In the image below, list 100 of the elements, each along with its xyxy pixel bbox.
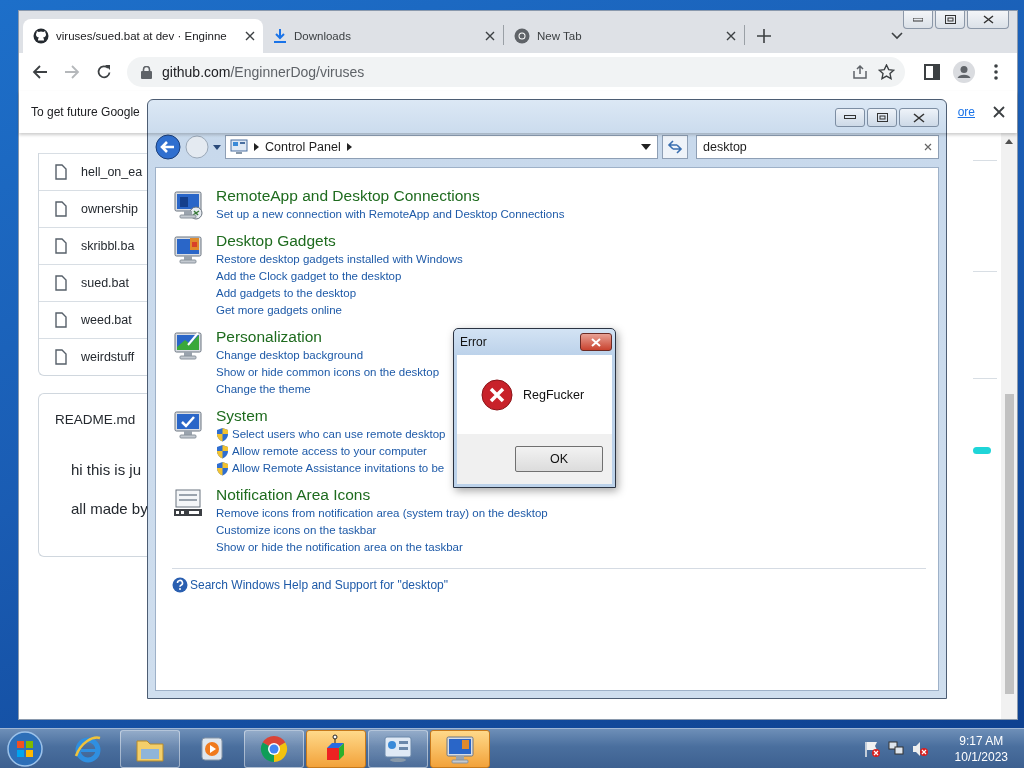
dropdown-icon[interactable] xyxy=(213,144,221,150)
minimize-icon xyxy=(913,17,923,22)
infobar-text: To get future Google xyxy=(31,105,140,119)
file-icon xyxy=(55,275,67,291)
accent-line xyxy=(973,447,991,454)
category-title[interactable]: Notification Area Icons xyxy=(216,485,548,505)
clear-icon[interactable] xyxy=(924,143,932,151)
lock-icon xyxy=(141,65,152,79)
readme-title: README.md xyxy=(55,412,137,427)
close-button[interactable] xyxy=(967,11,1009,29)
download-icon xyxy=(273,28,287,44)
chevron-right-icon[interactable] xyxy=(346,143,352,151)
network-icon[interactable] xyxy=(886,739,905,758)
close-icon xyxy=(982,15,994,24)
taskbar-settings-icon xyxy=(172,487,204,519)
category-title[interactable]: System xyxy=(216,406,446,426)
start-button[interactable] xyxy=(6,729,44,768)
dropdown-icon[interactable] xyxy=(641,144,651,150)
back-icon[interactable] xyxy=(155,134,181,160)
task-link[interactable]: Remove icons from notification area (system tray) on the desktop xyxy=(216,505,548,522)
forward-icon xyxy=(185,135,209,159)
clock[interactable]: 9:17 AM 10/1/2023 xyxy=(954,732,1008,765)
chevron-right-icon[interactable] xyxy=(254,143,259,151)
file-name[interactable]: sued.bat xyxy=(81,276,129,290)
category-title[interactable]: RemoteApp and Desktop Connections xyxy=(216,186,565,206)
flag-icon[interactable] xyxy=(862,739,881,758)
file-name[interactable]: hell_on_ea xyxy=(81,165,143,179)
task-link[interactable]: Allow Remote Assistance invitations to be xyxy=(216,460,446,477)
task-link[interactable]: Set up a new connection with RemoteApp and Desktop Connections xyxy=(216,206,565,223)
file-name[interactable]: skribbl.ba xyxy=(81,239,135,253)
maximize-icon xyxy=(944,15,956,24)
infobar-link[interactable]: ore xyxy=(957,105,975,119)
task-link[interactable]: Add the Clock gadget to the desktop xyxy=(216,268,463,285)
maximize-button[interactable] xyxy=(867,108,897,127)
monitor-icon xyxy=(172,329,204,361)
search-field[interactable]: desktop xyxy=(696,135,939,159)
media-player-icon[interactable] xyxy=(199,734,225,763)
taskbar-button[interactable] xyxy=(306,729,366,768)
category-title[interactable]: Desktop Gadgets xyxy=(216,231,463,251)
reload-icon[interactable] xyxy=(96,64,112,80)
chevron-down-icon[interactable] xyxy=(891,32,903,40)
close-icon[interactable] xyxy=(245,31,255,41)
maximize-button[interactable] xyxy=(935,11,965,29)
close-icon xyxy=(591,337,601,347)
dialog-title: Error xyxy=(460,335,487,349)
address-bar[interactable]: Control Panel xyxy=(225,135,658,159)
menu-icon[interactable] xyxy=(994,64,998,80)
star-icon[interactable] xyxy=(878,64,895,80)
file-icon xyxy=(55,312,67,328)
profile-icon[interactable] xyxy=(953,61,975,83)
side-panel-icon[interactable] xyxy=(924,64,940,80)
file-name[interactable]: weirdstuff xyxy=(81,350,135,364)
task-link[interactable]: Show or hide common icons on the desktop xyxy=(216,364,440,381)
monitor-icon xyxy=(172,188,204,220)
control-panel-icon[interactable] xyxy=(382,733,414,764)
internet-explorer-icon[interactable] xyxy=(73,733,103,764)
shield-icon xyxy=(216,461,229,476)
address-bar[interactable]: github.com/EnginnerDog/viruses xyxy=(127,57,905,87)
task-link[interactable]: Restore desktop gadgets installed with Windows xyxy=(216,251,463,268)
close-button[interactable] xyxy=(580,333,612,351)
close-icon[interactable] xyxy=(726,31,736,41)
refresh-button[interactable] xyxy=(662,135,688,159)
file-name[interactable]: ownership xyxy=(81,202,138,216)
file-name[interactable]: weed.bat xyxy=(81,313,132,327)
task-link[interactable]: Add gadgets to the desktop xyxy=(216,285,463,302)
task-link[interactable]: Change the theme xyxy=(216,381,440,398)
file-icon xyxy=(55,201,67,217)
close-icon[interactable] xyxy=(485,31,495,41)
browser-tab[interactable]: Downloads xyxy=(263,19,503,53)
close-button[interactable] xyxy=(899,108,939,127)
breadcrumb[interactable]: Control Panel xyxy=(265,140,341,154)
minimize-button[interactable] xyxy=(835,108,865,127)
browser-tab[interactable]: New Tab xyxy=(504,19,744,53)
scrollbar[interactable] xyxy=(1001,133,1017,719)
ok-button[interactable]: OK xyxy=(515,446,603,472)
file-icon xyxy=(55,238,67,254)
close-icon xyxy=(913,112,925,123)
plus-icon[interactable] xyxy=(757,29,771,43)
shield-icon xyxy=(216,444,229,459)
file-icon xyxy=(55,349,67,365)
browser-tab[interactable]: viruses/sued.bat at dev · Enginne xyxy=(23,19,263,53)
shield-icon xyxy=(216,427,229,442)
help-link[interactable]: Search Windows Help and Support for "desktop" xyxy=(190,578,448,592)
task-link[interactable]: Customize icons on the taskbar xyxy=(216,522,548,539)
monitor-icon xyxy=(172,233,204,265)
task-link[interactable]: Change desktop background xyxy=(216,347,440,364)
back-icon[interactable] xyxy=(32,64,48,80)
task-link[interactable]: Allow remote access to your computer xyxy=(216,443,446,460)
readme-text: hi this is ju xyxy=(71,461,143,478)
task-link[interactable]: Get more gadgets online xyxy=(216,302,463,319)
close-icon[interactable] xyxy=(993,106,1005,118)
share-icon[interactable] xyxy=(852,64,868,80)
taskbar-button[interactable] xyxy=(430,729,490,768)
task-link[interactable]: Show or hide the notification area on the taskbar xyxy=(216,539,548,556)
category-title[interactable]: Personalization xyxy=(216,327,440,347)
refresh-icon xyxy=(667,140,683,154)
task-link[interactable]: Select users who can use remote desktop xyxy=(216,426,446,443)
help-icon xyxy=(172,577,188,593)
scroll-up-icon[interactable] xyxy=(1005,139,1013,144)
minimize-icon xyxy=(844,115,856,120)
